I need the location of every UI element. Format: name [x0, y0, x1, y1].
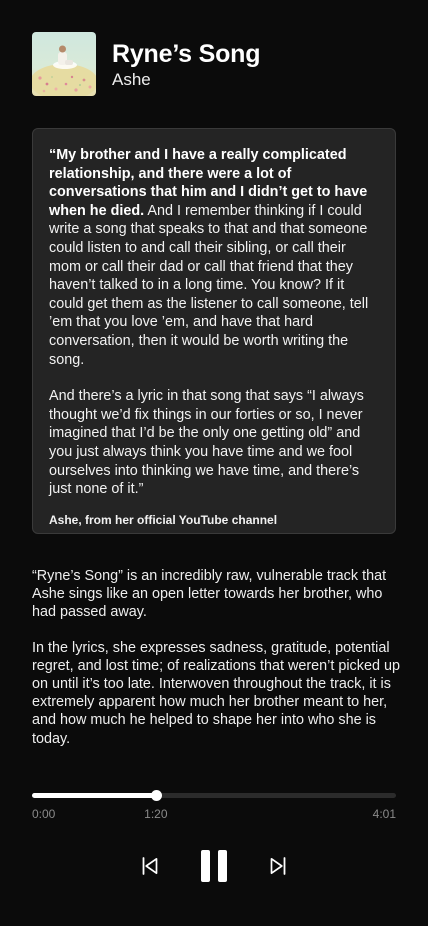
- quote-attribution: Ashe, from her official YouTube channel: [49, 512, 278, 527]
- current-time: 1:20: [144, 807, 168, 821]
- next-button[interactable]: [266, 854, 290, 878]
- total-time: 4:01: [372, 807, 396, 821]
- pause-button[interactable]: [198, 850, 230, 882]
- skip-previous-icon: [142, 857, 158, 875]
- skip-next-icon: [270, 857, 286, 875]
- song-header: Ryne’s Song Ashe: [32, 32, 260, 96]
- pause-icon: [201, 850, 227, 882]
- progress-fill: [32, 793, 156, 798]
- progress-thumb[interactable]: [150, 790, 162, 801]
- album-art: [32, 32, 96, 96]
- description-paragraph-2: In the lyrics, she expresses sadness, gr…: [32, 639, 400, 747]
- song-title: Ryne’s Song: [112, 39, 261, 68]
- quote-paragraph-1: “My brother and I have a really complica…: [49, 146, 379, 369]
- title-block: Ryne’s Song Ashe: [112, 39, 260, 90]
- player-screen: Ryne’s Song Ashe “My brother and I have …: [0, 0, 428, 926]
- song-description: “Ryne’s Song” is an incredibly raw, vuln…: [32, 567, 402, 748]
- quote-paragraph-1-text: And I remember thinking if I could write…: [49, 202, 369, 368]
- progress-track[interactable]: [32, 790, 396, 801]
- quote-card: “My brother and I have a really complica…: [32, 128, 396, 534]
- start-time: 0:00: [32, 807, 56, 821]
- playback-progress: 0:00 1:20 4:01: [32, 790, 396, 823]
- description-paragraph-1: “Ryne’s Song” is an incredibly raw, vuln…: [32, 568, 387, 621]
- playback-controls: [0, 850, 428, 882]
- quote-paragraph-2: And there’s a lyric in that song that sa…: [49, 388, 364, 498]
- album-cover-art: [32, 32, 96, 96]
- time-labels: 0:00 1:20 4:01: [32, 807, 396, 823]
- artist-name: Ashe: [112, 69, 151, 89]
- previous-button[interactable]: [138, 854, 162, 878]
